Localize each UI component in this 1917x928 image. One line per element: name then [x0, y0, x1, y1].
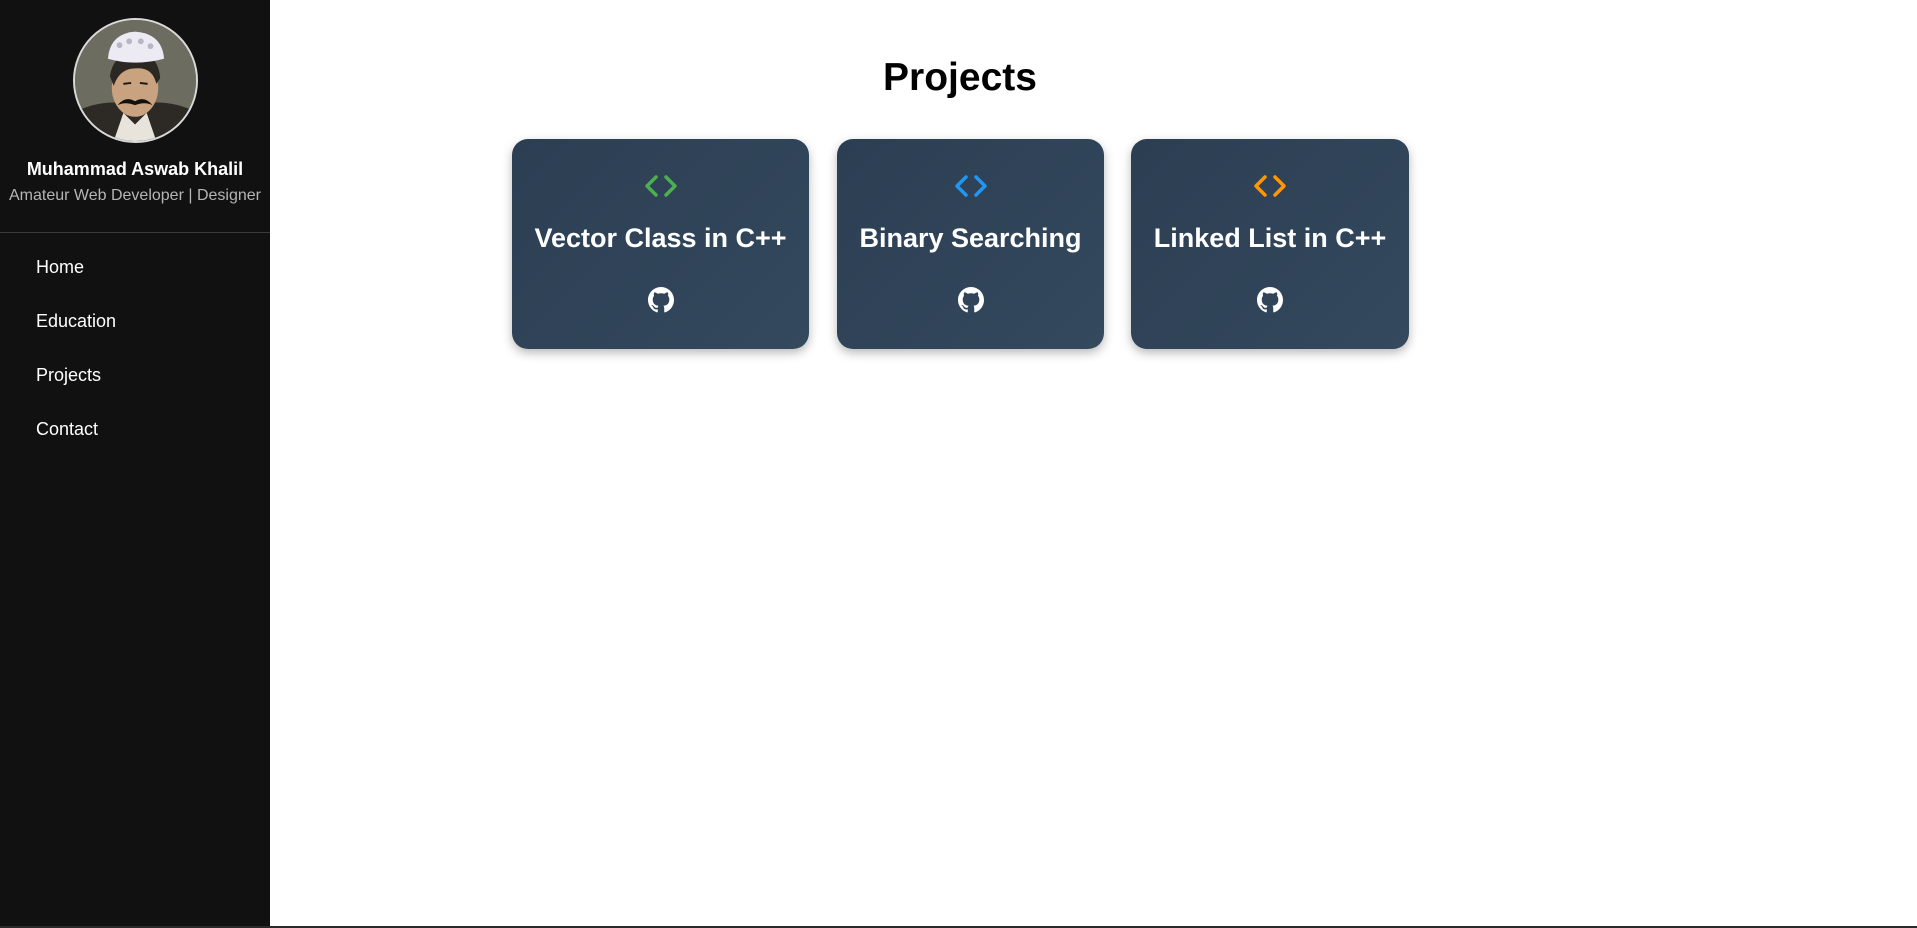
github-icon[interactable]	[837, 287, 1104, 315]
code-icon	[1131, 171, 1409, 201]
code-icon	[512, 171, 809, 201]
avatar-image	[75, 20, 196, 141]
project-card-linked-list[interactable]: Linked List in C++	[1131, 139, 1409, 349]
code-icon	[837, 171, 1104, 201]
nav-item-home[interactable]: Home	[0, 250, 270, 304]
page-title: Projects	[883, 56, 1037, 99]
project-title: Vector Class in C++	[534, 223, 787, 253]
project-title: Binary Searching	[859, 223, 1082, 253]
project-card-vector-class[interactable]: Vector Class in C++	[512, 139, 809, 349]
sidebar: Muhammad Aswab Khalil Amateur Web Develo…	[0, 0, 270, 928]
project-title: Linked List in C++	[1153, 223, 1387, 253]
sidebar-divider	[0, 232, 270, 233]
profile-name: Muhammad Aswab Khalil	[26, 159, 244, 179]
nav-item-education[interactable]: Education	[0, 304, 270, 358]
nav-item-projects[interactable]: Projects	[0, 358, 270, 412]
github-icon[interactable]	[1131, 287, 1409, 315]
main-content: Projects Vector Class in C++ Binary Sear…	[270, 0, 1917, 928]
github-icon[interactable]	[512, 287, 809, 315]
profile-role: Amateur Web Developer | Designer	[9, 187, 261, 204]
avatar	[73, 18, 198, 143]
sidebar-nav: Home Education Projects Contact	[0, 250, 270, 466]
nav-item-contact[interactable]: Contact	[0, 412, 270, 466]
project-card-binary-searching[interactable]: Binary Searching	[837, 139, 1104, 349]
